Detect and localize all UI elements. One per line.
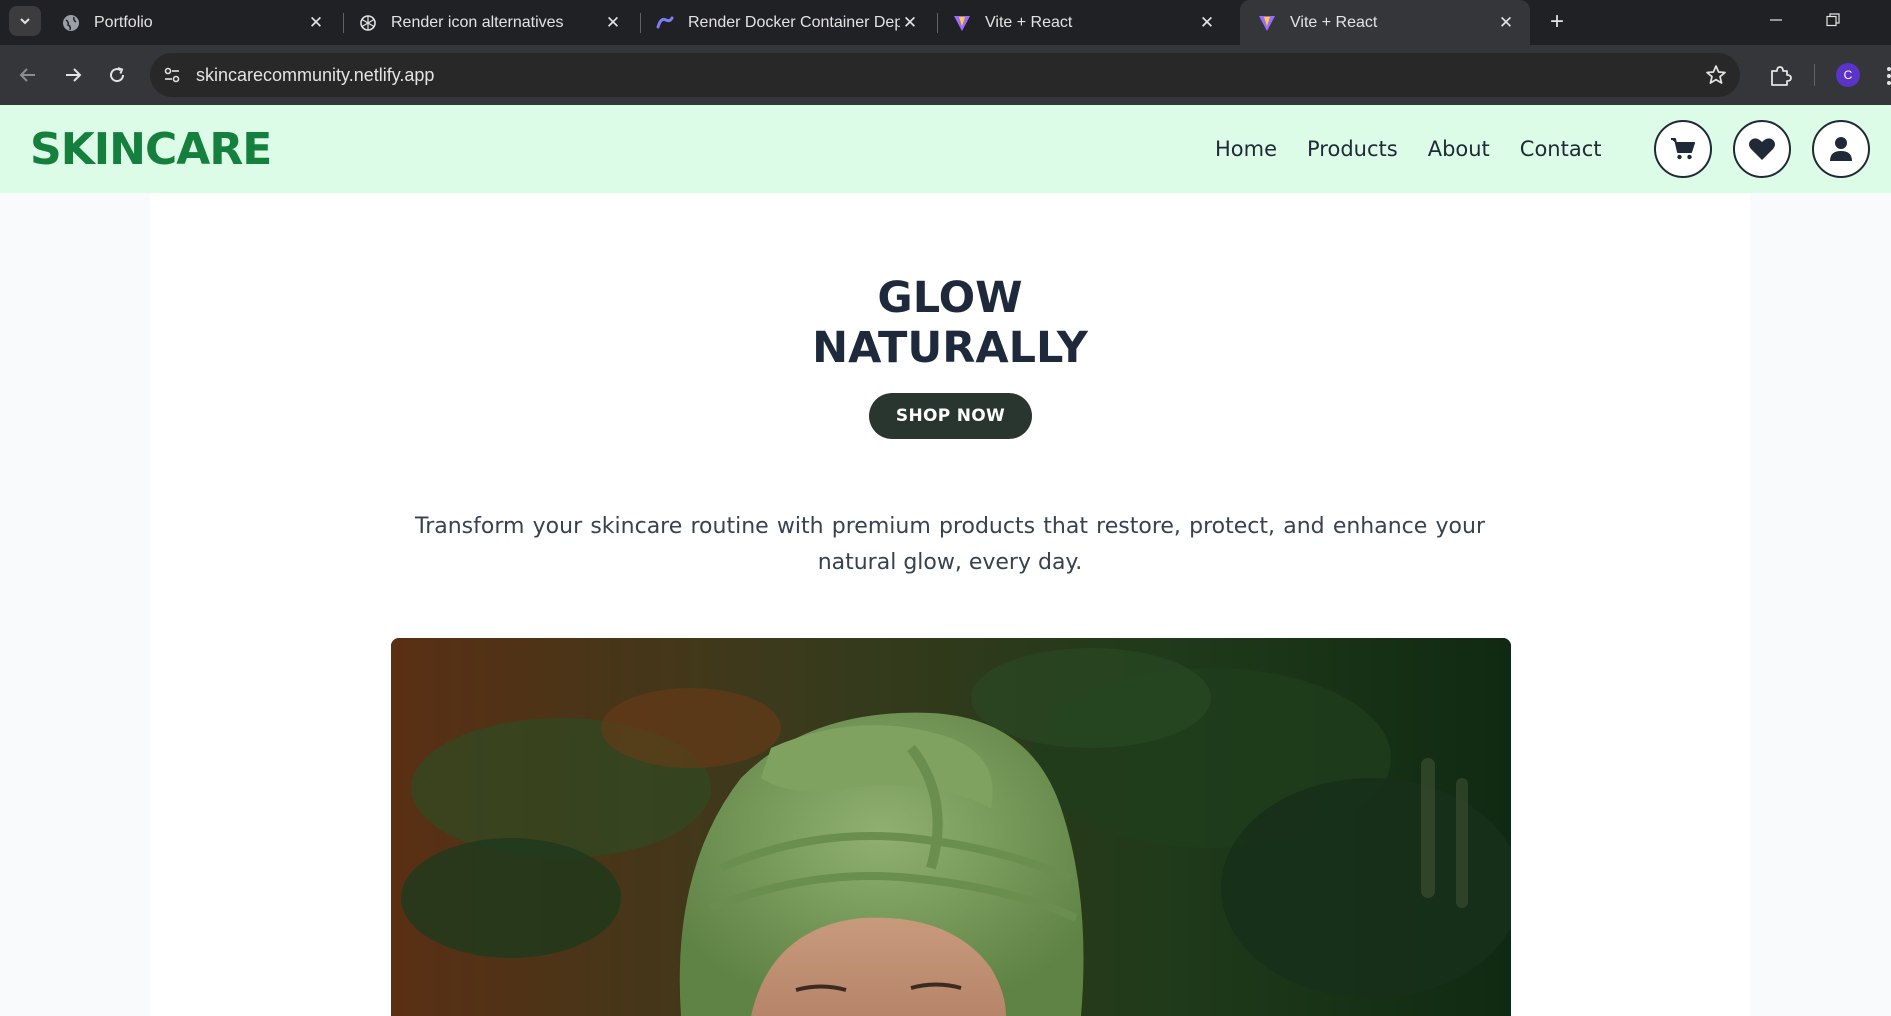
close-tab-icon[interactable]: ✕ [603, 13, 623, 33]
close-tab-icon[interactable]: ✕ [1197, 13, 1217, 33]
wishlist-button[interactable] [1733, 120, 1791, 178]
tab-title: Vite + React [985, 13, 1073, 31]
cart-button[interactable] [1654, 120, 1712, 178]
new-tab-button[interactable]: + [1542, 7, 1572, 37]
browser-toolbar: skincarecommunity.netlify.app C [0, 45, 1891, 105]
site-logo[interactable]: SKINCARE [30, 125, 272, 175]
tab-title: Portfolio [94, 13, 153, 31]
arrow-right-icon [66, 68, 82, 82]
address-bar[interactable]: skincarecommunity.netlify.app [150, 53, 1740, 97]
bookmark-star-icon[interactable] [1705, 64, 1727, 86]
close-tab-icon[interactable]: ✕ [306, 13, 326, 33]
browser-tab-strip: Portfolio ✕ Render icon alternatives ✕ R… [0, 0, 1891, 45]
plus-icon: + [1549, 8, 1564, 35]
cart-icon [1671, 138, 1695, 160]
shop-now-button[interactable]: SHOP NOW [869, 393, 1032, 439]
main-nav: Home Products About Contact [1215, 135, 1632, 163]
close-tab-icon[interactable]: ✕ [900, 13, 920, 33]
more-menu-icon[interactable] [1880, 65, 1891, 87]
nav-link-products[interactable]: Products [1307, 135, 1398, 163]
close-tab-icon[interactable]: ✕ [1496, 13, 1516, 33]
extensions-puzzle-icon[interactable] [1767, 63, 1793, 89]
url-text: skincarecommunity.netlify.app [196, 65, 435, 85]
nav-link-about[interactable]: About [1428, 135, 1490, 163]
user-icon [1830, 137, 1852, 161]
tab-title: Vite + React [1290, 13, 1378, 31]
vite-icon [953, 14, 971, 32]
browser-tab[interactable]: Vite + React ✕ [935, 0, 1231, 45]
profile-avatar[interactable]: C [1836, 63, 1860, 87]
hero-image [391, 638, 1511, 1016]
site-header: SKINCARE Home Products About Contact [0, 105, 1891, 193]
reload-icon [110, 67, 125, 83]
reload-button[interactable] [101, 59, 133, 91]
woman-towel-photo [391, 638, 1511, 1016]
back-button[interactable] [12, 59, 44, 91]
heart-icon [1749, 138, 1775, 160]
vite-icon [1258, 14, 1276, 32]
nav-link-contact[interactable]: Contact [1520, 135, 1602, 163]
browser-tab-active[interactable]: Vite + React ✕ [1240, 0, 1530, 45]
minimize-button[interactable] [1753, 0, 1799, 40]
restore-icon [1826, 13, 1840, 27]
main-content: GLOW NATURALLY SHOP NOW Transform your s… [150, 193, 1750, 1016]
account-button[interactable] [1812, 120, 1870, 178]
chevron-down-icon [20, 18, 30, 25]
openai-icon [359, 14, 377, 32]
site-info-icon[interactable] [162, 65, 182, 85]
hero-description: Transform your skincare routine with pre… [415, 514, 1485, 575]
globe-icon [62, 14, 80, 32]
tab-search-button[interactable] [9, 6, 41, 36]
browser-tab[interactable]: Render icon alternatives ✕ [341, 0, 637, 45]
forward-button[interactable] [57, 59, 89, 91]
hero-title-line: NATURALLY [812, 323, 1088, 373]
hero-title: GLOW NATURALLY [150, 273, 1750, 373]
toolbar-divider [1814, 64, 1815, 86]
tab-title: Render icon alternatives [391, 13, 564, 31]
tab-title: Render Docker Container Deplo [688, 13, 900, 31]
arrow-left-icon [19, 68, 35, 82]
restore-button[interactable] [1810, 0, 1856, 40]
nav-link-home[interactable]: Home [1215, 135, 1277, 163]
hero-title-line: GLOW [877, 273, 1023, 323]
render-icon [656, 14, 674, 32]
browser-tab[interactable]: Portfolio ✕ [44, 0, 340, 45]
browser-tab[interactable]: Render Docker Container Deplo ✕ [638, 0, 934, 45]
minimize-icon [1770, 19, 1782, 21]
